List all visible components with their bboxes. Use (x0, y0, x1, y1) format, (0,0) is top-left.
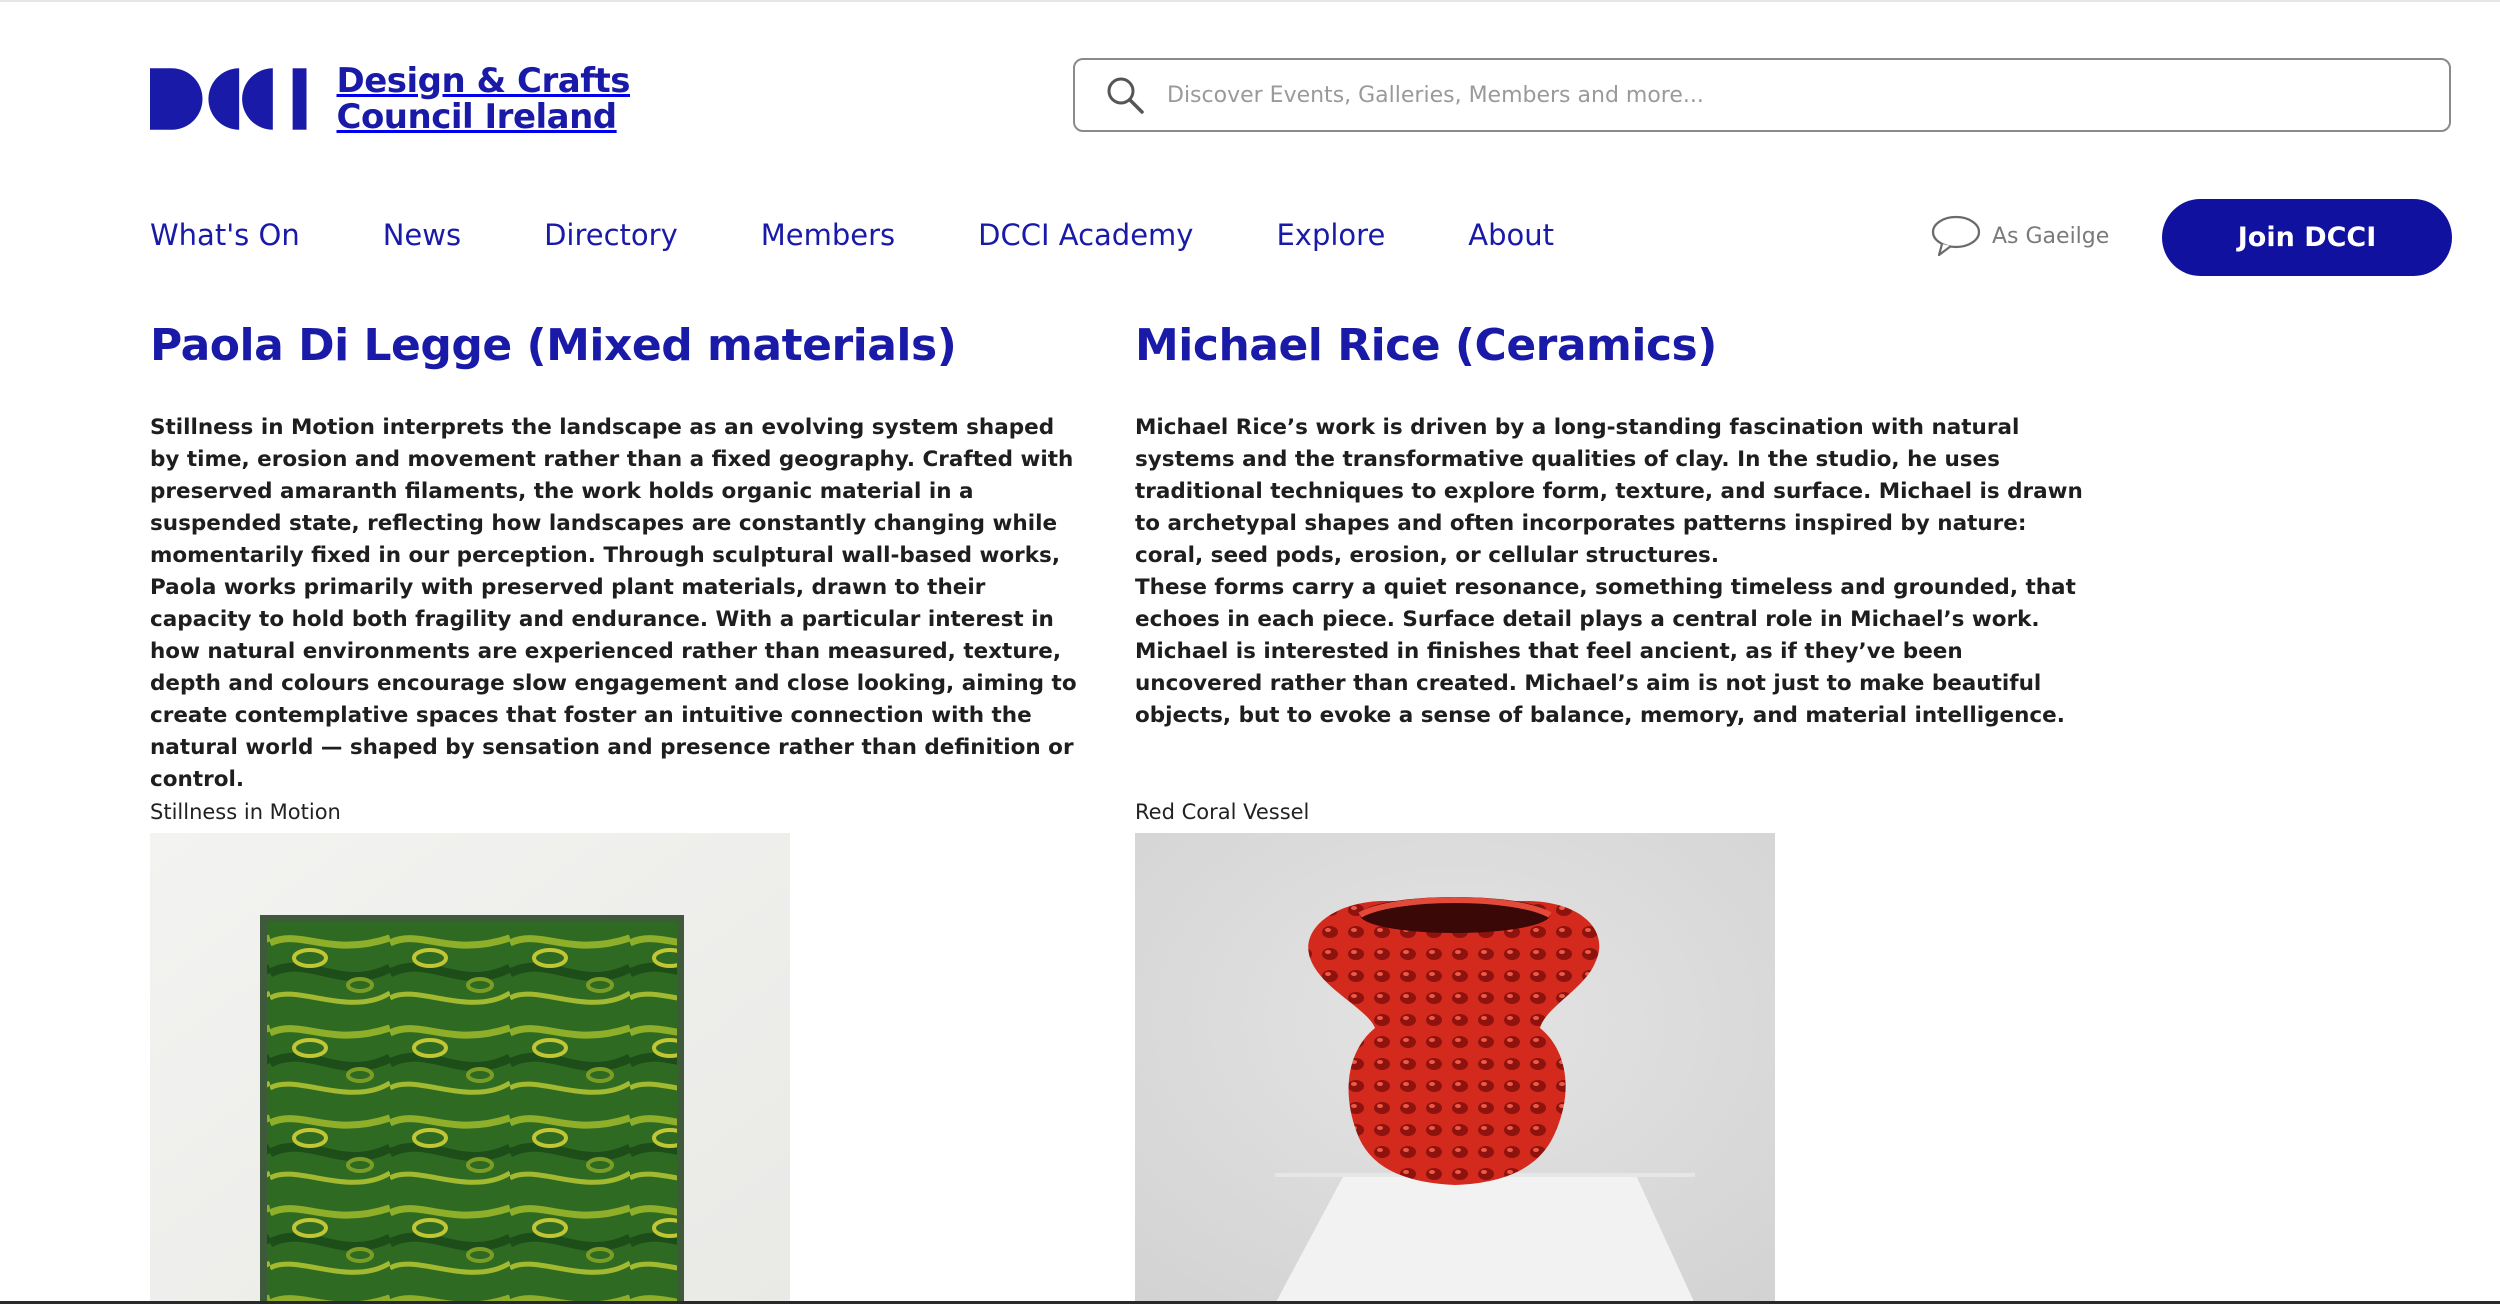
logo-wordmark: Design & Crafts Council Ireland (337, 63, 631, 135)
maker-description-paragraph: Michael Rice’s work is driven by a long-… (1135, 415, 2083, 568)
nav-members[interactable]: Members (761, 218, 895, 252)
nav-explore[interactable]: Explore (1276, 218, 1385, 252)
maker-description-paragraph: Stillness in Motion interprets the lands… (150, 415, 1077, 792)
nav-about[interactable]: About (1468, 218, 1554, 252)
work-caption: Red Coral Vessel (1135, 800, 1310, 824)
maker-description-paragraph: These forms carry a quiet resonance, som… (1135, 575, 2076, 728)
maker-title: Paola Di Legge (Mixed materials) (150, 320, 957, 371)
site-search[interactable] (1073, 58, 2451, 132)
search-icon (1107, 77, 1144, 114)
maker-card-paola: Paola Di Legge (Mixed materials) Stillne… (150, 318, 1085, 796)
red-coral-vessel-artwork (1135, 833, 1775, 1304)
maker-description: Stillness in Motion interprets the lands… (150, 412, 1085, 796)
nav-whats-on[interactable]: What's On (150, 218, 300, 252)
language-label: As Gaeilge (1992, 223, 2110, 249)
speech-bubble-icon (1931, 215, 1981, 257)
logo-line-2: Council Ireland (336, 97, 618, 137)
maker-description: Michael Rice’s work is driven by a long-… (1135, 412, 2085, 732)
dcci-logo-mark (150, 68, 307, 130)
maker-card-michael: Michael Rice (Ceramics) Michael Rice’s w… (1135, 318, 2085, 732)
language-toggle[interactable]: As Gaeilge (1930, 214, 2109, 258)
work-caption: Stillness in Motion (150, 800, 341, 824)
nav-directory[interactable]: Directory (544, 218, 678, 252)
join-dcci-button[interactable]: Join DCCI (2162, 199, 2452, 276)
top-border (0, 0, 2500, 2)
nav-dcci-academy[interactable]: DCCI Academy (978, 218, 1193, 252)
nav-news[interactable]: News (383, 218, 461, 252)
logo-line-1: Design & Crafts (336, 61, 631, 101)
dcci-logo[interactable]: Design & Crafts Council Ireland (150, 63, 631, 135)
search-input[interactable] (1165, 69, 2369, 121)
work-image-stillness-in-motion[interactable] (150, 833, 790, 1304)
work-image-red-coral-vessel[interactable] (1135, 833, 1775, 1304)
main-nav: What's On News Directory Members DCCI Ac… (150, 210, 1637, 260)
stillness-in-motion-artwork (150, 833, 790, 1304)
maker-title: Michael Rice (Ceramics) (1135, 320, 1717, 371)
